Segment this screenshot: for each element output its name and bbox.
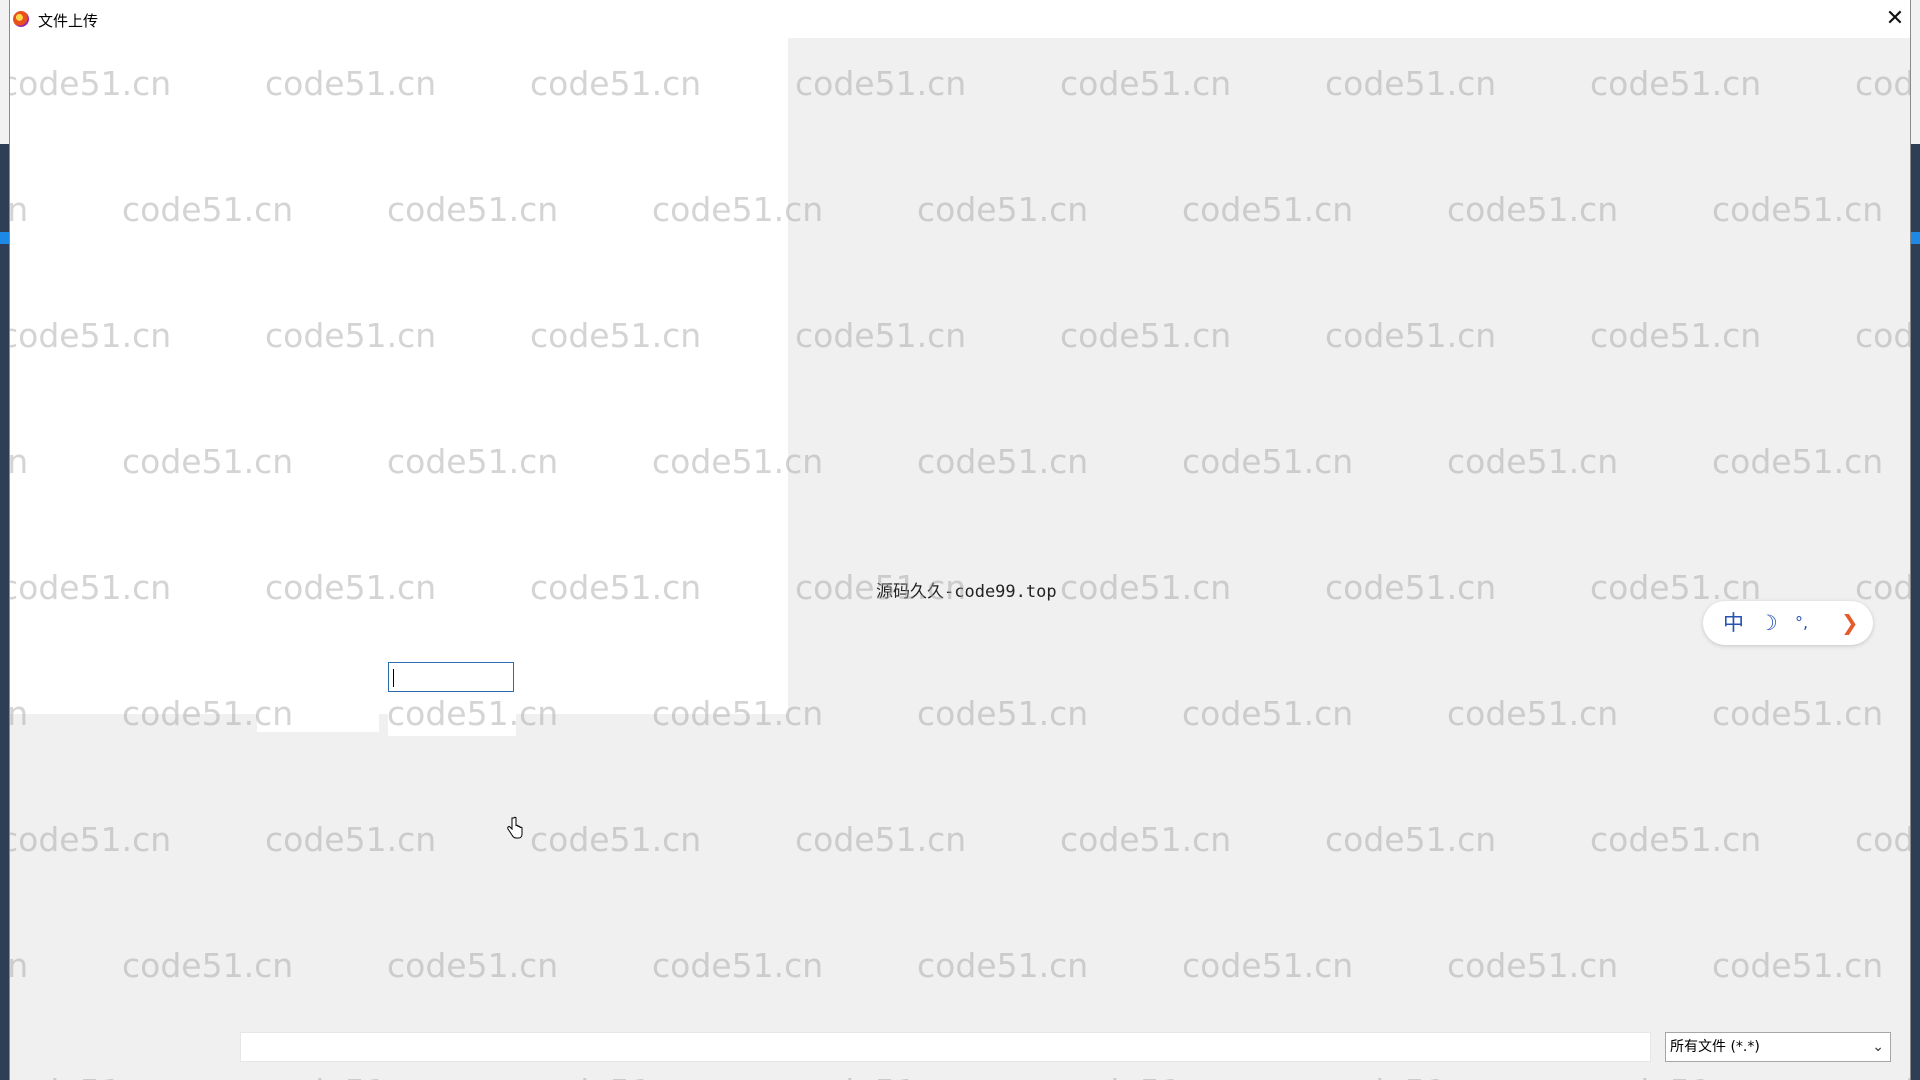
moon-icon[interactable]: ☽ xyxy=(1759,610,1778,636)
background-blue-accent xyxy=(1910,232,1920,244)
close-button[interactable]: ✕ xyxy=(1880,4,1910,34)
filetype-selected-label: 所有文件 (*.*) xyxy=(1670,1039,1760,1055)
background-right-strip xyxy=(1910,0,1920,1080)
hand-cursor-icon xyxy=(507,816,523,839)
chevron-down-icon: ⌄ xyxy=(1872,1039,1884,1055)
window-title: 文件上传 xyxy=(38,12,99,30)
filename-input[interactable] xyxy=(240,1032,1651,1062)
text-caret xyxy=(393,669,394,687)
filetype-select[interactable]: 所有文件 (*.*) ⌄ xyxy=(1665,1032,1891,1062)
title-bar[interactable]: 文件上传 ✕ xyxy=(10,0,1910,38)
chevron-right-icon[interactable]: ❯ xyxy=(1841,610,1859,636)
center-note-text: 源码久久-code99.top xyxy=(876,582,1057,602)
dialog-content: 源码久久-code99.top 中 ☽ °, ❯ 所有文件 (*.*) ⌄ xyxy=(10,38,1910,1080)
blank-strip xyxy=(257,714,379,732)
background-dark-panel xyxy=(1910,144,1920,1080)
blank-strip xyxy=(388,714,516,736)
file-upload-dialog: 文件上传 ✕ 源码久久-code99.top 中 ☽ °, ❯ 所有文件 (*.… xyxy=(9,0,1911,1080)
ime-toolbar[interactable]: 中 ☽ °, ❯ xyxy=(1703,601,1873,645)
punctuation-icon[interactable]: °, xyxy=(1795,610,1808,636)
ime-chinese-mode-button[interactable]: 中 xyxy=(1723,610,1744,636)
inline-text-input[interactable] xyxy=(388,662,514,692)
firefox-app-icon xyxy=(13,11,29,27)
blank-file-pane xyxy=(10,38,788,714)
